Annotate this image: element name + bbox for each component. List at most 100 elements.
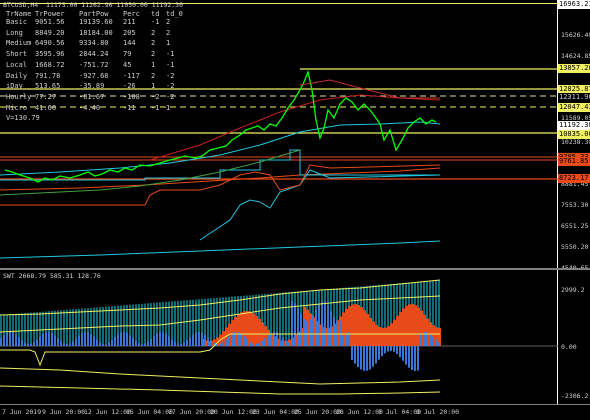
price-label: 12311.90	[558, 93, 590, 102]
hist-bar-blue	[246, 338, 248, 346]
table-cell: 19139.60	[79, 18, 113, 26]
hist-bar-blue	[369, 346, 371, 370]
table-cell: 144	[123, 39, 136, 48]
hist-bar-blue	[342, 335, 344, 346]
hist-bar-blue	[159, 332, 161, 346]
hist-bar-orange	[366, 313, 369, 346]
hist-bar-blue	[114, 337, 116, 346]
indicator-svg	[0, 270, 558, 404]
hist-bar-blue	[66, 343, 68, 346]
hist-bar-blue	[183, 342, 185, 346]
table-cell: -108	[123, 92, 140, 101]
hist-bar-cyan	[63, 309, 65, 346]
table-cell: 2	[166, 28, 171, 37]
hist-bar-blue	[405, 346, 407, 365]
hist-bar-cyan	[288, 292, 290, 346]
hist-bar-cyan	[69, 309, 71, 346]
hist-bar-blue	[303, 318, 305, 346]
table-cell: -1	[151, 18, 160, 26]
table-cell: Local	[6, 60, 28, 69]
hist-bar-blue	[54, 335, 56, 346]
hist-bar-blue	[177, 343, 179, 346]
hist-bar-orange	[369, 317, 372, 346]
table-cell: 6490.56	[35, 39, 65, 48]
histogram	[0, 280, 441, 371]
hist-bar-blue	[30, 343, 32, 346]
hist-bar-blue	[297, 308, 299, 346]
hist-bar-cyan	[213, 298, 215, 346]
hist-bar-blue	[27, 343, 29, 346]
table-cell: Micro	[6, 103, 28, 112]
table-footer: V=130.79	[6, 114, 40, 122]
time-tick: 3 Jul 20:00	[416, 408, 460, 416]
hist-bar-cyan	[72, 309, 74, 346]
hist-bar-blue	[132, 338, 134, 346]
hist-bar-blue	[411, 346, 413, 370]
hist-bar-blue	[9, 332, 11, 346]
table-cell: -2	[166, 82, 175, 91]
hist-bar-blue	[105, 343, 107, 346]
table-cell: 79	[123, 50, 132, 59]
hist-bar-blue	[138, 343, 140, 346]
hist-bar-blue	[315, 309, 317, 346]
symbol-header: BTCUSD,H4 11175.00 11262.90 11050.00 111…	[3, 1, 184, 9]
hist-bar-blue	[24, 342, 26, 346]
price-tick: 14624.85	[561, 52, 590, 60]
hist-bar-blue	[429, 333, 431, 346]
hist-bar-blue	[15, 334, 17, 346]
hist-bar-blue	[399, 346, 401, 358]
hist-bar-blue	[0, 338, 2, 346]
trend-table: TrName TrPower PartPow Perc td td_0 Basi…	[0, 10, 200, 125]
hist-bar-blue	[264, 337, 266, 346]
main-chart-panel[interactable]: BTCUSD,H4 11175.00 11262.90 11050.00 111…	[0, 0, 590, 272]
hist-bar-orange	[354, 304, 357, 346]
hist-bar-blue	[261, 340, 263, 346]
hist-bar-blue	[420, 333, 422, 346]
price-tick: 5550.20	[561, 243, 589, 251]
hist-bar-blue	[270, 332, 272, 346]
hist-bar-blue	[393, 346, 395, 352]
hist-bar-blue	[33, 342, 35, 346]
table-cell: 1	[166, 103, 171, 112]
hist-bar-blue	[294, 303, 296, 346]
hist-bar-cyan	[147, 303, 149, 346]
hist-bar-orange	[393, 319, 396, 346]
hist-bar-orange	[390, 323, 393, 346]
hist-bar-blue	[276, 332, 278, 346]
hist-bar-blue	[300, 314, 302, 346]
hist-bar-blue	[333, 316, 335, 346]
time-tick: 7 Jun 2019	[2, 408, 42, 416]
time-tick: 15 Jun 04:00	[126, 408, 173, 416]
hist-bar-blue	[408, 346, 410, 368]
hist-bar-orange	[384, 327, 387, 346]
hist-bar-orange	[255, 315, 258, 346]
hist-bar-blue	[372, 346, 374, 367]
hist-bar-blue	[330, 311, 332, 346]
table-cell: -1	[166, 50, 175, 59]
table-cell: -11	[123, 103, 136, 112]
hist-bar-blue	[51, 333, 53, 346]
indicator-panel[interactable]: SWT 2668.79 585.31 128.76 2999.2 0.00 -2…	[0, 270, 588, 404]
hist-bar-orange	[357, 304, 360, 346]
hist-bar-orange	[417, 307, 420, 346]
table-cell: 77.27	[35, 92, 57, 101]
hist-bar-blue	[123, 332, 125, 346]
hist-bar-blue	[267, 335, 269, 346]
table-cell: 1	[151, 82, 156, 91]
hist-bar-blue	[147, 341, 149, 346]
hist-bar-orange	[375, 324, 378, 346]
table-cell: 513.65	[35, 82, 61, 91]
hist-bar-orange	[360, 307, 363, 346]
hist-bar-blue	[435, 339, 437, 346]
hist-bar-blue	[42, 334, 44, 346]
table-cell: 3595.96	[35, 50, 65, 59]
hist-bar-orange	[387, 325, 390, 346]
hist-bar-blue	[282, 337, 284, 346]
time-tick: 17 Jun 20:00	[168, 408, 215, 416]
hist-bar-blue	[240, 333, 242, 346]
hist-bar-blue	[150, 338, 152, 346]
table-cell: Daily	[6, 71, 28, 80]
hist-bar-blue	[312, 315, 314, 346]
hist-bar-blue	[345, 333, 347, 346]
hist-bar-blue	[210, 340, 212, 346]
